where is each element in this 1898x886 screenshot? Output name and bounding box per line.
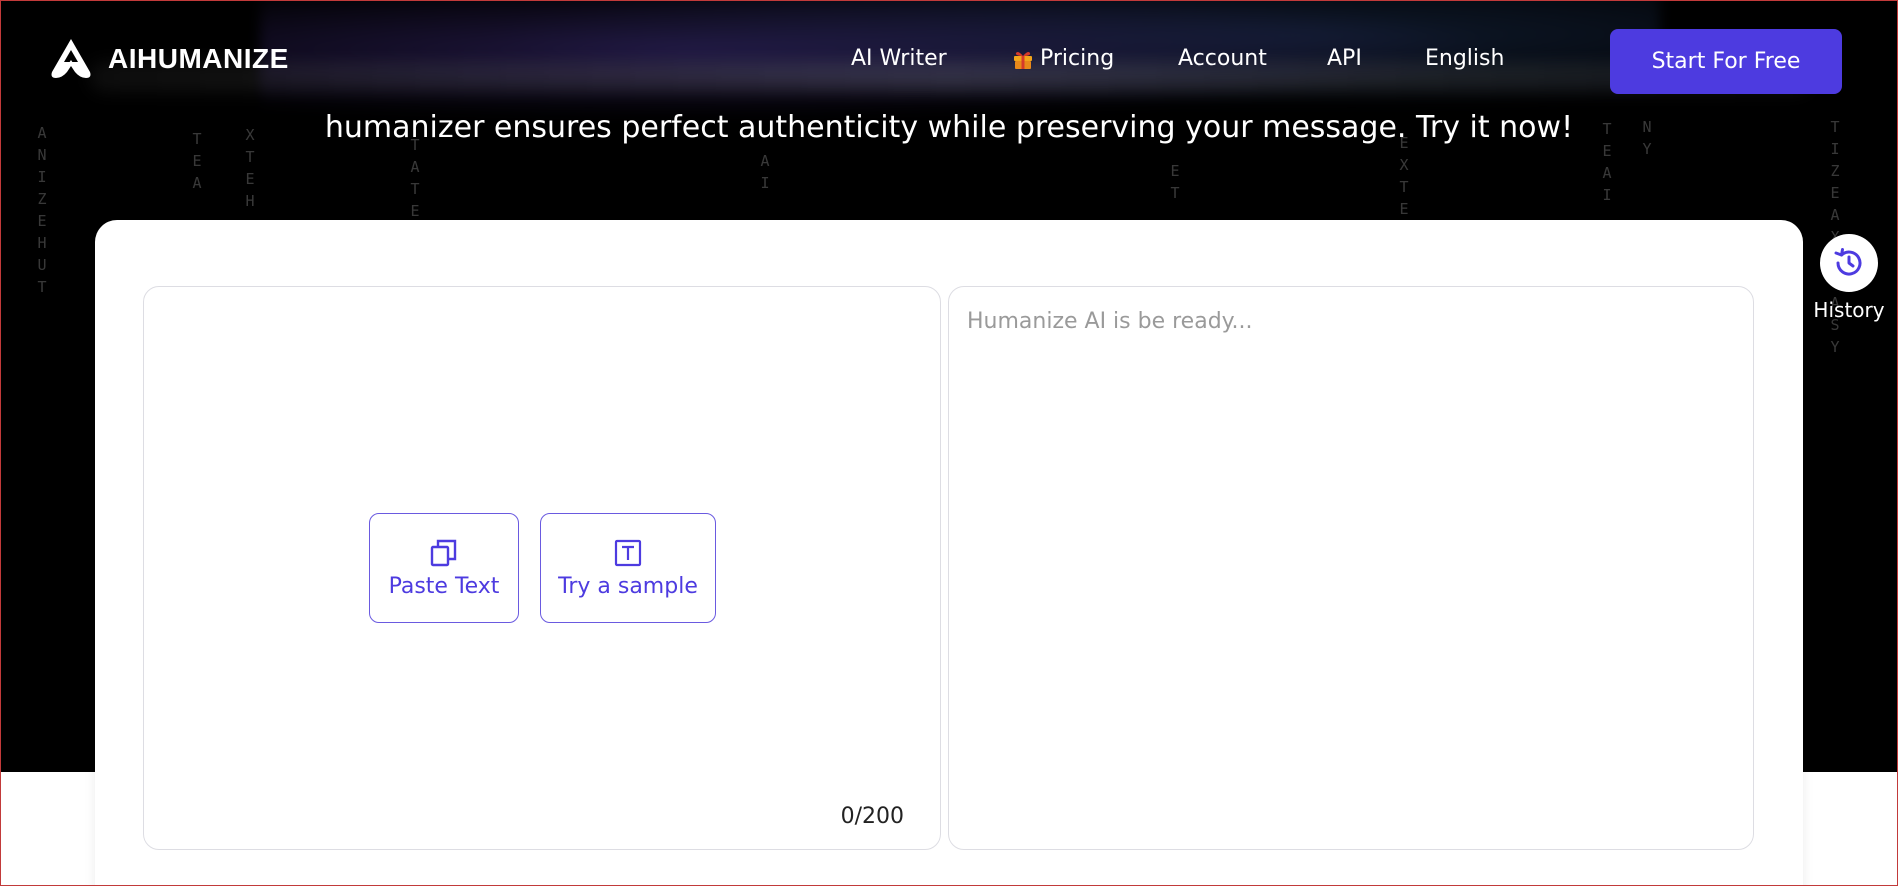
copy-icon xyxy=(430,539,457,566)
decorative-letter-column: ANIZEHUT xyxy=(37,124,47,296)
try-sample-button[interactable]: Try a sample xyxy=(540,513,716,623)
paste-text-label: Paste Text xyxy=(388,573,500,599)
history-button[interactable]: History xyxy=(1812,234,1886,322)
output-panel[interactable]: Humanize AI is be ready... xyxy=(948,286,1754,850)
nav-api-label: API xyxy=(1327,46,1362,71)
nav-account[interactable]: Account xyxy=(1178,46,1267,71)
text-box-icon xyxy=(614,539,642,566)
nav-pricing-label: Pricing xyxy=(1040,46,1115,71)
nav-ai-writer[interactable]: AI Writer xyxy=(851,46,947,71)
humanizer-card: Paste Text Try a sample 0/200 Humanize A… xyxy=(95,220,1803,886)
nav-language-label: English xyxy=(1425,46,1505,71)
character-count: 0/200 xyxy=(840,804,904,829)
decorative-letter-column: ET xyxy=(1170,162,1180,202)
history-label: History xyxy=(1813,298,1885,322)
history-icon xyxy=(1834,248,1862,276)
nav-language[interactable]: English xyxy=(1425,46,1504,71)
nav-api[interactable]: API xyxy=(1327,46,1362,71)
nav-pricing[interactable]: Pricing xyxy=(1012,46,1114,71)
logo-text: AIHUMANIZE xyxy=(108,43,289,74)
input-panel[interactable]: Paste Text Try a sample 0/200 xyxy=(143,286,941,850)
decorative-letter-column: TATE xyxy=(410,136,420,220)
output-placeholder: Humanize AI is be ready... xyxy=(967,309,1253,334)
nav-ai-writer-label: AI Writer xyxy=(851,46,947,71)
logo-icon xyxy=(51,39,91,78)
try-sample-label: Try a sample xyxy=(558,573,698,599)
nav-account-label: Account xyxy=(1178,46,1267,71)
history-icon-circle xyxy=(1820,234,1878,292)
paste-text-button[interactable]: Paste Text xyxy=(369,513,519,623)
start-for-free-button[interactable]: Start For Free xyxy=(1610,29,1842,94)
decorative-letter-column: AI xyxy=(760,152,770,192)
site-header: AIHUMANIZE AI Writer Pricing Account API… xyxy=(0,0,1898,122)
gift-icon xyxy=(1014,51,1032,69)
logo[interactable]: AIHUMANIZE xyxy=(48,36,289,82)
decorative-letter-column: EXTE xyxy=(1399,134,1409,218)
